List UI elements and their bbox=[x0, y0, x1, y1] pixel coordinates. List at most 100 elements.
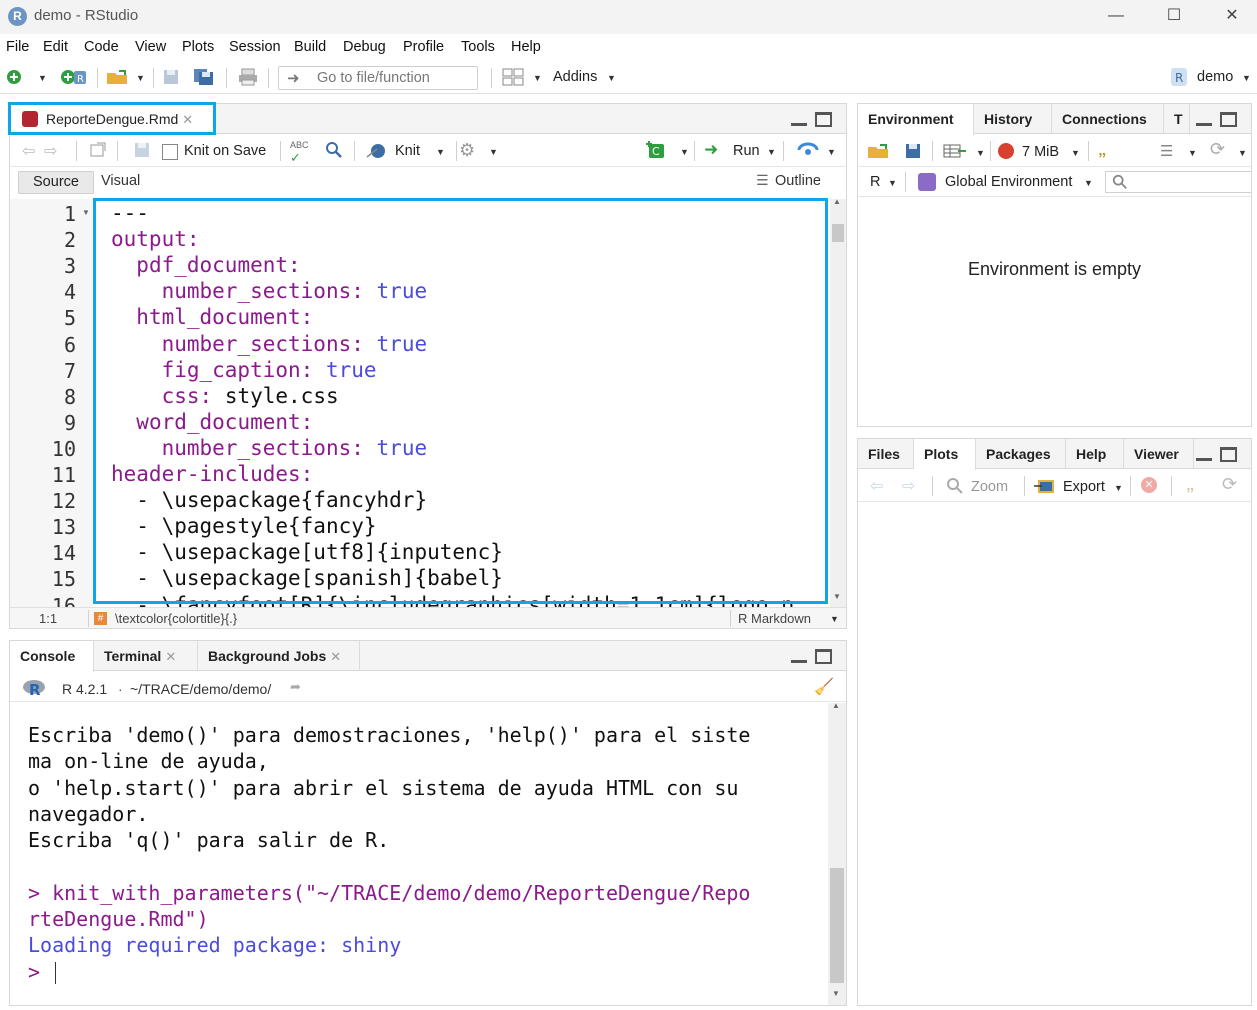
visual-mode-button[interactable]: Visual bbox=[101, 173, 140, 189]
code-line[interactable]: - \usepackage[spanish]{babel} bbox=[111, 566, 503, 592]
remove-plot-icon[interactable]: ✕ bbox=[1141, 477, 1157, 493]
chevron-down-icon[interactable]: ▼ bbox=[1242, 73, 1251, 83]
menu-build[interactable]: Build bbox=[294, 39, 326, 55]
chevron-down-icon[interactable]: ▼ bbox=[827, 147, 836, 157]
insert-chunk-icon[interactable]: C bbox=[646, 141, 668, 159]
next-plot-icon[interactable]: ⇨ bbox=[902, 476, 915, 496]
export-button[interactable]: Export bbox=[1063, 479, 1105, 495]
code-line[interactable]: - \pagestyle{fancy} bbox=[111, 514, 376, 540]
outline-button[interactable]: Outline bbox=[775, 173, 821, 189]
console-scroll-thumb[interactable] bbox=[830, 868, 844, 983]
new-file-icon[interactable] bbox=[5, 68, 23, 86]
menu-code[interactable]: Code bbox=[84, 39, 119, 55]
tab-viewer[interactable]: Viewer bbox=[1124, 439, 1194, 469]
code-line[interactable]: - \usepackage{fancyhdr} bbox=[111, 488, 427, 514]
tab-help[interactable]: Help bbox=[1066, 439, 1124, 469]
run-button[interactable]: Run bbox=[733, 143, 760, 159]
chevron-down-icon[interactable]: ▼ bbox=[1114, 483, 1123, 493]
list-view-icon[interactable]: ☰ bbox=[1160, 142, 1173, 160]
working-directory[interactable]: ~/TRACE/demo/demo/ bbox=[130, 681, 271, 697]
code-line[interactable]: output: bbox=[111, 227, 200, 253]
zoom-icon[interactable] bbox=[946, 477, 964, 495]
memory-usage[interactable]: 7 MiB bbox=[1022, 144, 1059, 160]
tab-environment[interactable]: Environment bbox=[858, 104, 974, 135]
scroll-up-icon[interactable]: ▲ bbox=[833, 199, 841, 206]
back-arrow-icon[interactable]: ⇦ bbox=[22, 141, 35, 161]
file-type[interactable]: R Markdown bbox=[738, 611, 811, 626]
chevron-down-icon[interactable]: ▼ bbox=[489, 147, 498, 157]
menu-profile[interactable]: Profile bbox=[403, 39, 444, 55]
previous-plot-icon[interactable]: ⇦ bbox=[870, 476, 883, 496]
maximize-pane-icon[interactable] bbox=[1220, 112, 1237, 127]
tab-files[interactable]: Files bbox=[858, 439, 914, 469]
search-icon[interactable] bbox=[325, 141, 343, 159]
editor-scrollbar[interactable]: ▲ ▼ bbox=[830, 199, 846, 607]
chevron-down-icon[interactable]: ▼ bbox=[680, 147, 689, 157]
menu-plots[interactable]: Plots bbox=[182, 39, 214, 55]
minimize-icon[interactable]: — bbox=[1101, 5, 1131, 29]
knit-yarn-icon[interactable] bbox=[365, 141, 389, 159]
menu-help[interactable]: Help bbox=[511, 39, 541, 55]
grid-layout-icon[interactable] bbox=[502, 68, 524, 86]
project-name[interactable]: demo bbox=[1197, 69, 1233, 85]
minimize-pane-icon[interactable] bbox=[1196, 451, 1212, 461]
tab-terminal[interactable]: Terminal ✕ bbox=[94, 641, 198, 671]
tab-packages[interactable]: Packages bbox=[976, 439, 1066, 469]
knit-on-save-checkbox[interactable] bbox=[162, 144, 178, 160]
new-project-icon[interactable]: R bbox=[60, 68, 88, 86]
rerun-icon[interactable] bbox=[796, 141, 820, 159]
code-editor[interactable]: 1 --- 2 output: 3 pdf_document: 4 number_sect… bbox=[10, 199, 846, 607]
menu-session[interactable]: Session bbox=[229, 39, 281, 55]
code-line[interactable]: number_sections: true bbox=[111, 436, 428, 462]
clear-console-broom-icon[interactable]: 🧹 bbox=[814, 677, 834, 697]
save-file-icon[interactable] bbox=[133, 141, 151, 159]
outline-list-icon[interactable]: ☰ bbox=[756, 172, 769, 189]
close-tab-icon[interactable]: ✕ bbox=[182, 112, 193, 127]
console-output[interactable]: Escriba 'demo()' para demostraciones, 'h… bbox=[10, 703, 846, 1005]
addins-menu[interactable]: Addins bbox=[553, 69, 597, 85]
export-icon[interactable] bbox=[1034, 477, 1056, 495]
menu-edit[interactable]: Edit bbox=[43, 39, 68, 55]
clear-broom-icon[interactable]: 🙸 bbox=[1098, 140, 1107, 160]
chevron-down-icon[interactable]: ▼ bbox=[533, 73, 542, 83]
chevron-down-icon[interactable]: ▼ bbox=[136, 73, 145, 83]
chevron-down-icon[interactable]: ▼ bbox=[436, 147, 445, 157]
goto-file-input[interactable]: ➜ Go to file/function bbox=[278, 66, 478, 90]
fold-arrow-icon[interactable]: ▼ bbox=[82, 208, 90, 217]
project-icon[interactable]: R bbox=[1169, 67, 1189, 87]
refresh-icon[interactable]: ⟳ bbox=[1210, 139, 1225, 160]
menu-file[interactable]: File bbox=[6, 39, 29, 55]
refresh-icon[interactable]: ⟳ bbox=[1222, 474, 1237, 495]
editor-scroll-thumb[interactable] bbox=[832, 224, 844, 242]
go-to-directory-icon[interactable]: ➦ bbox=[290, 679, 301, 695]
gear-icon[interactable]: ⚙ bbox=[459, 140, 475, 161]
chevron-down-icon[interactable]: ▼ bbox=[888, 178, 897, 188]
menu-view[interactable]: View bbox=[135, 39, 166, 55]
code-line[interactable]: word_document: bbox=[111, 410, 313, 436]
chevron-down-icon[interactable]: ▼ bbox=[1071, 148, 1080, 158]
chevron-down-icon[interactable]: ▼ bbox=[38, 73, 47, 83]
source-mode-button[interactable]: Source bbox=[18, 171, 94, 194]
close-tab-icon[interactable]: ✕ bbox=[330, 649, 341, 664]
load-workspace-icon[interactable] bbox=[866, 142, 892, 160]
maximize-pane-icon[interactable] bbox=[815, 112, 832, 127]
console-scrollbar[interactable]: ▲ ▼ bbox=[828, 703, 846, 1005]
tab-overflow[interactable]: T bbox=[1164, 104, 1190, 134]
code-line[interactable]: - \usepackage[utf8]{inputenc} bbox=[111, 540, 503, 566]
print-icon[interactable] bbox=[237, 68, 259, 86]
maximize-icon[interactable]: ☐ bbox=[1159, 5, 1189, 29]
knit-button[interactable]: Knit bbox=[395, 143, 420, 159]
save-all-icon[interactable] bbox=[193, 68, 215, 86]
chevron-down-icon[interactable]: ▼ bbox=[1238, 148, 1247, 158]
minimize-pane-icon[interactable] bbox=[1196, 116, 1212, 126]
close-icon[interactable]: ✕ bbox=[1217, 5, 1247, 29]
code-line[interactable]: - \fancyfoot[R]{\includegraphics[width=1… bbox=[111, 593, 793, 608]
chevron-down-icon[interactable]: ▼ bbox=[767, 147, 776, 157]
current-section[interactable]: \textcolor{colortitle}{.} bbox=[115, 611, 237, 626]
scroll-down-icon[interactable]: ▼ bbox=[832, 989, 840, 998]
language-select[interactable]: R bbox=[870, 174, 880, 190]
tab-background-jobs[interactable]: Background Jobs ✕ bbox=[198, 641, 360, 671]
maximize-pane-icon[interactable] bbox=[815, 649, 832, 664]
code-line[interactable]: pdf_document: bbox=[111, 253, 300, 279]
tab-connections[interactable]: Connections bbox=[1052, 104, 1164, 134]
